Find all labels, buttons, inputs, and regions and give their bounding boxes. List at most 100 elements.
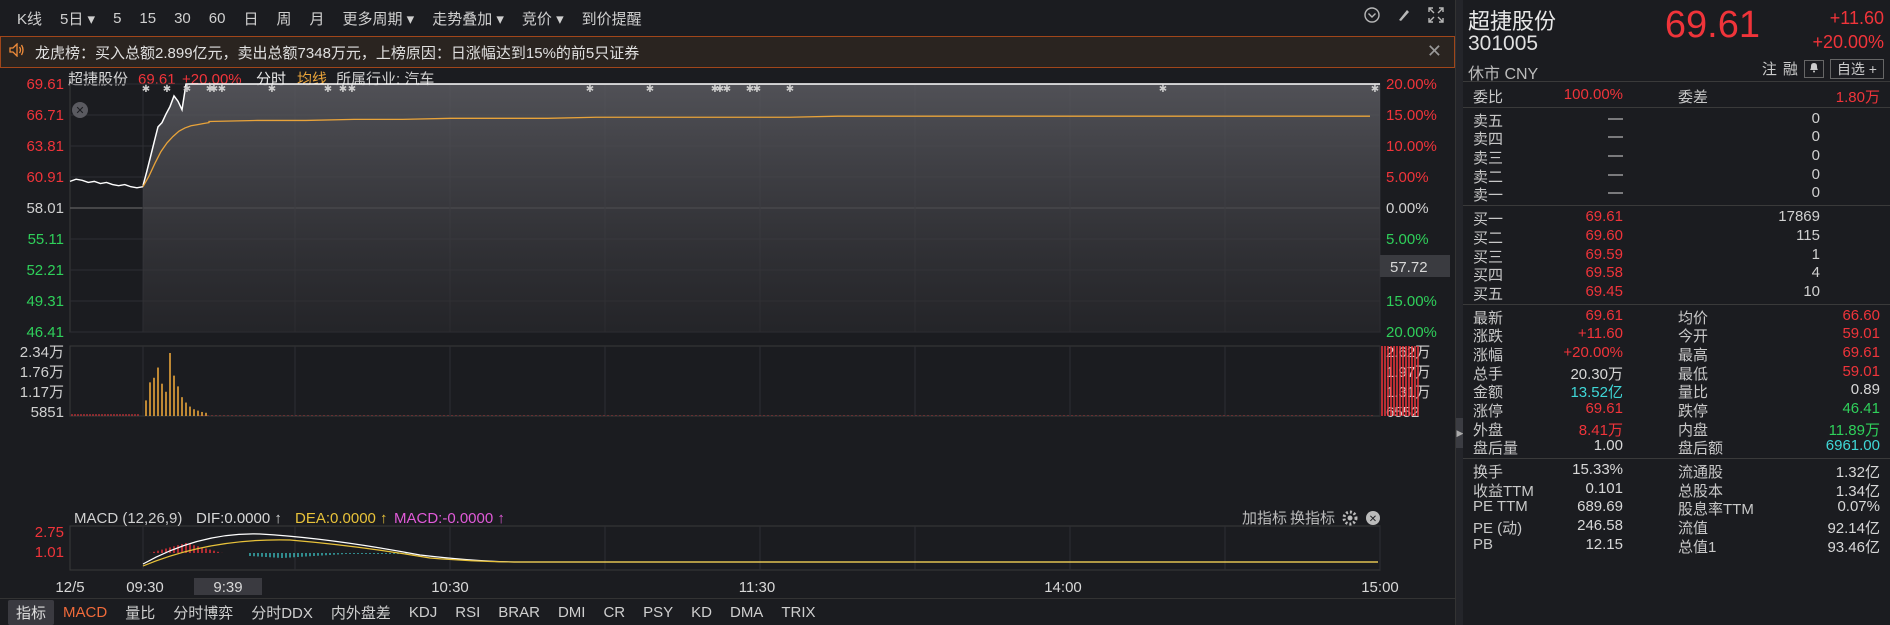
brush-icon[interactable] bbox=[1393, 6, 1415, 28]
ask-volume: 0 bbox=[1811, 184, 1820, 202]
tab-intraday-game[interactable]: 分时博弈 bbox=[164, 602, 242, 623]
stat-row: 总手 20.30万 最低 59.01 bbox=[1463, 363, 1890, 383]
tab-5day[interactable]: 5日 ▾ bbox=[51, 8, 104, 29]
quote-panel: 超捷股份 301005 休市 CNY 69.61 +11.60 +20.00% … bbox=[1463, 0, 1890, 625]
tab-15min[interactable]: 15 bbox=[130, 10, 165, 27]
time-tick-label: 12/5 bbox=[55, 579, 84, 595]
chart-canvas[interactable]: 超捷股份 69.61 +20.00% 分时 均线 所属行业: 汽车 69.616… bbox=[0, 68, 1455, 595]
overlay-dropdown[interactable]: 走势叠加 ▾ bbox=[423, 8, 513, 29]
intraday-chart[interactable]: 超捷股份 69.61 +20.00% 分时 均线 所属行业: 汽车 69.61 6… bbox=[0, 68, 1455, 595]
bid-row: 买五 69.45 10 bbox=[1463, 282, 1890, 303]
tab-brar[interactable]: BRAR bbox=[489, 604, 549, 621]
time-tick-label: 11:30 bbox=[739, 579, 775, 595]
ask-volume: 0 bbox=[1811, 128, 1820, 146]
tab-indicators[interactable]: 指标 bbox=[8, 599, 55, 625]
price-change-pct: +20.00% bbox=[1812, 32, 1884, 52]
pct-tick-label: 0.00% bbox=[1386, 200, 1429, 217]
fundamental-label: 总值1 bbox=[1678, 538, 1717, 556]
tab-psy[interactable]: PSY bbox=[634, 604, 682, 621]
ask-price: — bbox=[1608, 109, 1623, 127]
ask-price: — bbox=[1608, 128, 1623, 146]
market-status: 休市 CNY bbox=[1468, 66, 1539, 83]
stat-row: 金额 13.52亿 量比 0.89 bbox=[1463, 381, 1890, 401]
stat-value: 69.61 bbox=[1585, 400, 1623, 417]
tab-cr[interactable]: CR bbox=[594, 604, 634, 621]
tab-30min[interactable]: 30 bbox=[165, 10, 200, 27]
tab-dma[interactable]: DMA bbox=[721, 604, 772, 621]
event-marker-icon: ✱ bbox=[339, 84, 347, 95]
tab-day[interactable]: 日 bbox=[234, 8, 267, 29]
note-button[interactable]: 注 bbox=[1762, 58, 1777, 79]
stat-row: 外盘 8.41万 内盘 11.89万 bbox=[1463, 419, 1890, 439]
macd-value-label: MACD:-0.0000 ↑ bbox=[394, 510, 505, 527]
pct-tick-label: 15.00% bbox=[1386, 293, 1437, 310]
ask-row: 卖三 —0 bbox=[1463, 147, 1890, 167]
sell-orders: 卖五 —0 卖四 —0 卖三 —0 卖二 —0 卖一 —0 bbox=[1463, 109, 1890, 205]
stat-row: 涨幅 +20.00% 最高 69.61 bbox=[1463, 344, 1890, 364]
stat-row: 涨停 69.61 跌停 46.41 bbox=[1463, 400, 1890, 420]
close-icon[interactable]: ✕ bbox=[1366, 511, 1380, 525]
tab-macd[interactable]: MACD bbox=[54, 604, 116, 621]
add-indicator-button[interactable]: 加指标 bbox=[1242, 510, 1287, 527]
fundamental-row: PE TTM 689.69 股息率TTM 0.07% bbox=[1463, 498, 1890, 518]
panel-splitter[interactable]: ▶ bbox=[1455, 0, 1464, 625]
macd-frame bbox=[69, 525, 1381, 571]
volume-tick-label: 2.62万 bbox=[1386, 344, 1430, 361]
expand-icon[interactable] bbox=[1425, 6, 1447, 28]
tab-trix[interactable]: TRIX bbox=[772, 604, 824, 621]
tab-month[interactable]: 月 bbox=[301, 8, 334, 29]
add-watchlist-button[interactable]: 自选 + bbox=[1829, 58, 1884, 79]
tab-5min[interactable]: 5 bbox=[104, 10, 130, 27]
auction-dropdown[interactable]: 竞价 ▾ bbox=[513, 8, 573, 29]
dragon-tiger-announcement: 龙虎榜：买入总额2.899亿元，卖出总额7348万元，上榜原因：日涨幅达到15%… bbox=[0, 36, 1455, 68]
bid-row: 买一 69.61 17869 bbox=[1463, 208, 1890, 228]
fundamental-row: 收益TTM 0.101 总股本 1.34亿 bbox=[1463, 480, 1890, 500]
gear-icon[interactable] bbox=[1342, 510, 1358, 526]
ask-row: 卖一 — 0 bbox=[1463, 184, 1890, 204]
weicha-label: 委差 bbox=[1678, 89, 1709, 106]
macd-tick-label: 2.75 bbox=[35, 524, 64, 541]
close-icon[interactable]: ✕ bbox=[72, 102, 88, 118]
tab-dmi[interactable]: DMI bbox=[549, 604, 595, 621]
announcement-text: 龙虎榜：买入总额2.899亿元，卖出总额7348万元，上榜原因：日涨幅达到15%… bbox=[35, 44, 640, 62]
fundamentals: 换手 15.33% 流通股 1.32亿 收益TTM 0.101 总股本 1.34亿 PE TTM… bbox=[1463, 461, 1890, 556]
bid-price: 69.61 bbox=[1585, 208, 1623, 226]
close-icon[interactable]: ✕ bbox=[1427, 41, 1442, 62]
fundamental-value: 15.33% bbox=[1572, 461, 1623, 479]
tab-60min[interactable]: 60 bbox=[200, 10, 235, 27]
tab-rsi[interactable]: RSI bbox=[446, 604, 489, 621]
tab-volume-ratio[interactable]: 量比 bbox=[116, 602, 164, 623]
bid-label: 买五 bbox=[1473, 285, 1504, 303]
tab-kd[interactable]: KD bbox=[682, 604, 721, 621]
event-marker-icon: ✱ bbox=[1371, 84, 1379, 95]
event-marker-icon: ✱ bbox=[183, 84, 191, 95]
tab-intraday-ddx[interactable]: 分时DDX bbox=[242, 602, 322, 623]
quote-stats: 最新 69.61 均价 66.60 涨跌 +11.60 今开 59.01 涨幅 +20.00% 最高… bbox=[1463, 307, 1890, 458]
switch-indicator-button[interactable]: 换指标 bbox=[1290, 510, 1335, 527]
macd-panel: 2.75 1.01 bbox=[35, 524, 1378, 567]
stat-label: 盘后量 bbox=[1473, 440, 1519, 458]
time-tick-label: 9:39 bbox=[213, 579, 242, 595]
pct-tick-label: 5.00% bbox=[1386, 231, 1429, 248]
svg-text:✕: ✕ bbox=[1369, 514, 1377, 525]
price-change: +11.60 bbox=[1829, 8, 1884, 28]
tab-inner-outer-diff[interactable]: 内外盘差 bbox=[322, 602, 400, 623]
weibi-label: 委比 bbox=[1473, 89, 1504, 106]
tab-week[interactable]: 周 bbox=[267, 8, 300, 29]
tab-kline[interactable]: K线 bbox=[8, 8, 51, 29]
event-marker-icon: ✱ bbox=[163, 84, 171, 95]
macd-tick-label: 1.01 bbox=[35, 544, 64, 561]
price-tick-label: 49.31 bbox=[26, 293, 64, 310]
margin-button[interactable]: 融 bbox=[1783, 58, 1798, 79]
more-periods-dropdown[interactable]: 更多周期 ▾ bbox=[334, 8, 424, 29]
ask-price: — bbox=[1608, 147, 1623, 165]
price-alert-button[interactable]: 到价提醒 bbox=[573, 8, 651, 29]
stat-value: 1.00 bbox=[1593, 437, 1623, 455]
bell-icon[interactable] bbox=[1803, 59, 1824, 78]
stock-actions: 注 融 自选 + bbox=[1762, 58, 1884, 79]
last-price: 69.61 bbox=[1664, 4, 1760, 46]
tab-kdj[interactable]: KDJ bbox=[400, 604, 446, 621]
bid-volume: 10 bbox=[1803, 282, 1820, 300]
volume-tick-label: 2.34万 bbox=[20, 344, 64, 361]
chevron-circle-icon[interactable] bbox=[1361, 6, 1383, 28]
